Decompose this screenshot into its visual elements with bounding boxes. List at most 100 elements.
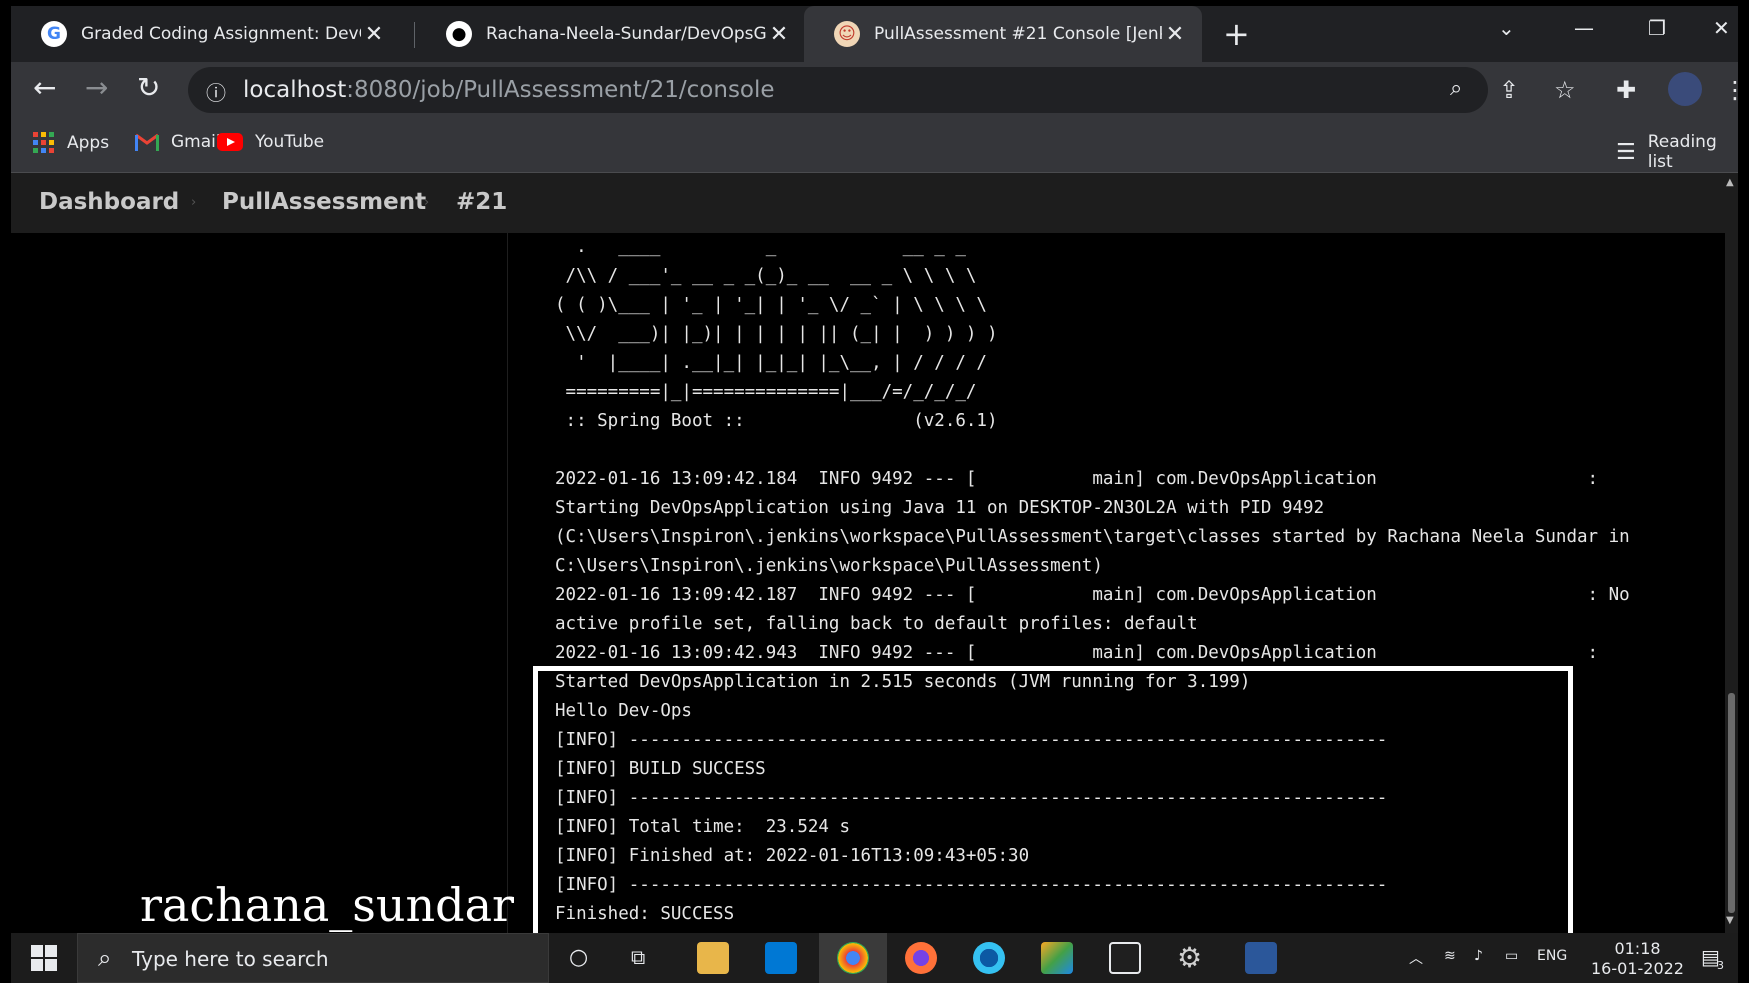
- zoom-search-icon[interactable]: ⌕: [1450, 76, 1462, 101]
- clock-time: 01:18: [1614, 939, 1661, 958]
- tray-chevron-icon[interactable]: ︿: [1409, 948, 1423, 968]
- github-icon: ●: [446, 21, 472, 47]
- forward-icon[interactable]: →: [85, 70, 108, 106]
- tab-title: PullAssessment #21 Console [Jenkins]: [874, 24, 1162, 44]
- console-output: . ____ _ __ _ _ /\\ / ___'_ __ _ _(_)_ _…: [555, 233, 1705, 933]
- gmail-icon: [135, 133, 159, 151]
- url-host: localhost: [243, 77, 347, 103]
- reading-list-button[interactable]: ☰ Reading list: [1616, 132, 1738, 172]
- system-clock[interactable]: 01:18 16-01-2022: [1591, 939, 1684, 979]
- breadcrumb-job[interactable]: PullAssessment: [222, 189, 426, 215]
- reading-list-label: Reading list: [1647, 132, 1717, 172]
- console-line: [INFO] ---------------------------------…: [555, 788, 1388, 808]
- battery-icon[interactable]: ▭: [1505, 948, 1518, 964]
- language-indicator[interactable]: ENG: [1537, 948, 1567, 964]
- console-line: [INFO] Finished at: 2022-01-16T13:09:43+…: [555, 846, 1030, 866]
- bookmark-gmail[interactable]: Gmail: [135, 132, 221, 152]
- bookmark-star-icon[interactable]: ☆: [1554, 75, 1576, 105]
- clock-date: 16-01-2022: [1591, 959, 1684, 978]
- console-line: Started DevOpsApplication in 2.515 secon…: [555, 672, 1251, 692]
- console-line: ' |____| .__|_| |_|_| |_\__, | / / / /: [555, 353, 987, 373]
- panel-divider: [507, 233, 508, 933]
- console-line: . ____ _ __ _ _: [555, 237, 966, 257]
- cortana-icon[interactable]: ○: [569, 945, 588, 970]
- reading-list-icon: ☰: [1616, 139, 1636, 165]
- page-scrollbar[interactable]: ▲ ▼: [1725, 173, 1738, 933]
- bookmark-label: YouTube: [255, 132, 325, 152]
- color-picker-app-icon[interactable]: [1041, 942, 1073, 974]
- breadcrumb: Dashboard › PullAssessment › #21: [11, 173, 1738, 233]
- close-window-icon[interactable]: ✕: [1713, 16, 1730, 40]
- console-line: 2022-01-16 13:09:42.943 INFO 9492 --- [ …: [555, 643, 1599, 663]
- jenkins-page: Dashboard › PullAssessment › #21 . ____ …: [11, 173, 1738, 933]
- search-icon: ⌕: [98, 944, 112, 972]
- console-line: [INFO] ---------------------------------…: [555, 875, 1388, 895]
- close-tab-icon[interactable]: ✕: [361, 22, 387, 47]
- bookmarks-bar: Apps Gmail YouTube ☰ Reading list: [11, 118, 1738, 173]
- scroll-down-icon[interactable]: ▼: [1726, 915, 1734, 926]
- firefox-icon[interactable]: [905, 942, 937, 974]
- console-line: (C:\Users\Inspiron\.jenkins\workspace\Pu…: [555, 527, 1630, 547]
- console-line: =========|_|==============|___/=/_/_/_/: [555, 382, 977, 402]
- minimize-icon[interactable]: —: [1574, 16, 1594, 40]
- site-info-icon[interactable]: ⓘ: [206, 77, 226, 106]
- tab-search-icon[interactable]: ⌄: [1498, 16, 1515, 40]
- close-tab-icon[interactable]: ✕: [766, 22, 792, 47]
- console-line: [INFO] BUILD SUCCESS: [555, 759, 766, 779]
- notification-count: 3: [1717, 959, 1724, 972]
- tab-jenkins-console[interactable]: ☺ PullAssessment #21 Console [Jenkins] ✕: [804, 6, 1202, 62]
- console-line: Hello Dev-Ops: [555, 701, 692, 721]
- new-tab-button[interactable]: +: [1223, 16, 1250, 52]
- breadcrumb-separator-icon: ›: [424, 195, 430, 210]
- console-line: 2022-01-16 13:09:42.184 INFO 9492 --- [ …: [555, 469, 1599, 489]
- google-g-icon: G: [41, 21, 67, 47]
- close-tab-icon[interactable]: ✕: [1162, 22, 1188, 47]
- author-watermark: rachana_sundar: [140, 878, 514, 932]
- console-text: . ____ _ __ _ _ /\\ / ___'_ __ _ _(_)_ _…: [555, 233, 1705, 929]
- taskbar-search-box[interactable]: ⌕ Type here to search: [77, 933, 549, 983]
- address-bar[interactable]: ⓘ localhost:8080/job/PullAssessment/21/c…: [188, 67, 1488, 113]
- share-icon[interactable]: ⇪: [1499, 75, 1519, 105]
- wifi-icon[interactable]: ≋: [1444, 948, 1456, 964]
- console-line: ( ( )\___ | '_ | '_| | '_ \/ _` | \ \ \ …: [555, 295, 987, 315]
- settings-gear-icon[interactable]: ⚙: [1177, 941, 1202, 974]
- jenkins-icon: ☺: [834, 21, 860, 47]
- restore-icon[interactable]: ❐: [1648, 16, 1666, 40]
- breadcrumb-dashboard[interactable]: Dashboard: [39, 189, 179, 215]
- search-placeholder: Type here to search: [132, 947, 329, 971]
- browser-tab-strip: G Graded Coding Assignment: DevOps - ( ✕…: [11, 6, 1738, 62]
- youtube-icon: [217, 133, 243, 151]
- breadcrumb-build[interactable]: #21: [456, 189, 507, 215]
- scroll-up-icon[interactable]: ▲: [1726, 177, 1734, 188]
- console-line: C:\Users\Inspiron\.jenkins\workspace\Pul…: [555, 556, 1103, 576]
- tab-divider: [414, 22, 415, 48]
- back-icon[interactable]: ←: [33, 70, 56, 106]
- tab-graded-coding-assignment[interactable]: G Graded Coding Assignment: DevOps - ( ✕: [11, 6, 401, 62]
- scrollbar-thumb[interactable]: [1728, 693, 1735, 913]
- console-line: :: Spring Boot :: (v2.6.1): [555, 411, 998, 431]
- edge-icon[interactable]: [973, 942, 1005, 974]
- console-line: [INFO] Total time: 23.524 s: [555, 817, 851, 837]
- url-path: :8080/job/PullAssessment/21/console: [346, 77, 775, 103]
- reload-icon[interactable]: ↻: [137, 70, 160, 106]
- mail-icon[interactable]: [765, 942, 797, 974]
- task-view-icon[interactable]: ⧉: [631, 945, 645, 969]
- bookmark-youtube[interactable]: YouTube: [217, 132, 324, 152]
- volume-icon[interactable]: ♪: [1474, 948, 1483, 964]
- console-line: 2022-01-16 13:09:42.187 INFO 9492 --- [ …: [555, 585, 1630, 605]
- windows-taskbar: ⌕ Type here to search ○ ⧉ ⚙ ︿ ≋ ♪ ▭ ENG …: [11, 933, 1738, 983]
- tab-title: Graded Coding Assignment: DevOps - (: [81, 24, 361, 44]
- word-icon[interactable]: [1245, 942, 1277, 974]
- chrome-icon[interactable]: [837, 942, 869, 974]
- profile-avatar[interactable]: [1668, 72, 1702, 106]
- bookmark-apps[interactable]: Apps: [33, 132, 109, 154]
- terminal-icon[interactable]: [1109, 942, 1141, 974]
- tab-github-repo[interactable]: ● Rachana-Neela-Sundar/DevOpsGraded ✕: [416, 6, 806, 62]
- extensions-puzzle-icon[interactable]: ✚: [1616, 75, 1636, 105]
- file-explorer-icon[interactable]: [697, 942, 729, 974]
- url-text[interactable]: localhost:8080/job/PullAssessment/21/con…: [243, 77, 775, 103]
- side-panel: [11, 233, 507, 933]
- windows-start-icon[interactable]: [31, 945, 57, 971]
- menu-kebab-icon[interactable]: ⋮: [1723, 75, 1747, 105]
- bookmark-label: Apps: [67, 133, 110, 153]
